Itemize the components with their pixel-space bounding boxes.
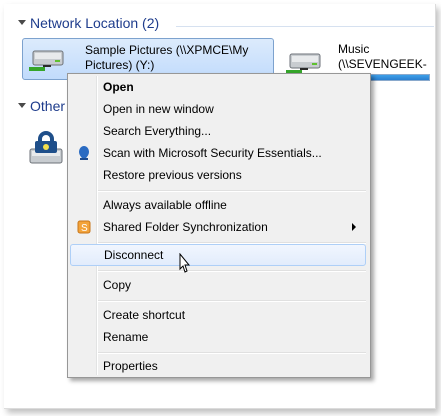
menu-separator [98,300,366,302]
sync-folder-icon: S [77,220,91,234]
menu-separator [98,270,366,272]
menu-item-label: Create shortcut [103,308,186,322]
svg-text:S: S [81,223,88,234]
menu-separator [98,190,366,192]
menu-item-label: Search Everything... [103,124,212,138]
menu-item-always-available-offline[interactable]: Always available offline [70,194,366,216]
menu-item-open[interactable]: Open [70,76,366,98]
group-divider [176,26,434,27]
group-header-other[interactable]: Other [30,98,65,114]
menu-item-search-everything[interactable]: Search Everything... [70,120,366,142]
menu-item-label: Scan with Microsoft Security Essentials.… [103,146,322,160]
menu-item-label: Open [103,80,134,94]
network-drive-icon [29,50,64,71]
menu-item-label: Disconnect [104,248,164,262]
mouse-cursor-icon [179,253,191,273]
menu-item-label: Properties [103,359,158,373]
menu-item-label: Restore previous versions [103,168,242,182]
menu-item-disconnect[interactable]: Disconnect [70,244,366,266]
menu-item-label: Rename [103,330,149,344]
menu-item-copy[interactable]: Copy [70,274,366,296]
tile-label-line1: Music [338,42,370,56]
menu-item-label: Open in new window [103,102,214,116]
collapse-arrow-icon[interactable] [18,20,26,25]
lock-drive-icon[interactable] [26,125,66,167]
menu-item-scan-security-essentials[interactable]: Scan with Microsoft Security Essentials.… [70,142,366,164]
security-essentials-icon [79,146,89,160]
menu-item-properties[interactable]: Properties [70,355,366,377]
menu-item-open-new-window[interactable]: Open in new window [70,98,366,120]
context-menu: Open Open in new window Search Everythin… [67,73,371,378]
collapse-arrow-icon[interactable] [18,103,26,108]
menu-item-label: Always available offline [103,198,227,212]
menu-separator [98,352,366,354]
network-drive-tile-music[interactable]: Music (\\SEVENGEEK-Pc [286,38,435,86]
group-header-network-location[interactable]: Network Location (2) [30,15,159,33]
submenu-arrow-icon [352,223,356,231]
tile-label-line2: Pictures) (Y:) [85,58,155,72]
tile-label-line1: Sample Pictures (\\XPMCE\My [85,43,249,57]
menu-item-rename[interactable]: Rename [70,326,366,348]
menu-item-label: Copy [103,278,132,292]
menu-item-label: Shared Folder Synchronization [103,220,268,234]
menu-item-restore-previous-versions[interactable]: Restore previous versions [70,164,366,186]
menu-item-shared-folder-sync[interactable]: S Shared Folder Synchronization [70,216,366,238]
menu-item-create-shortcut[interactable]: Create shortcut [70,304,366,326]
